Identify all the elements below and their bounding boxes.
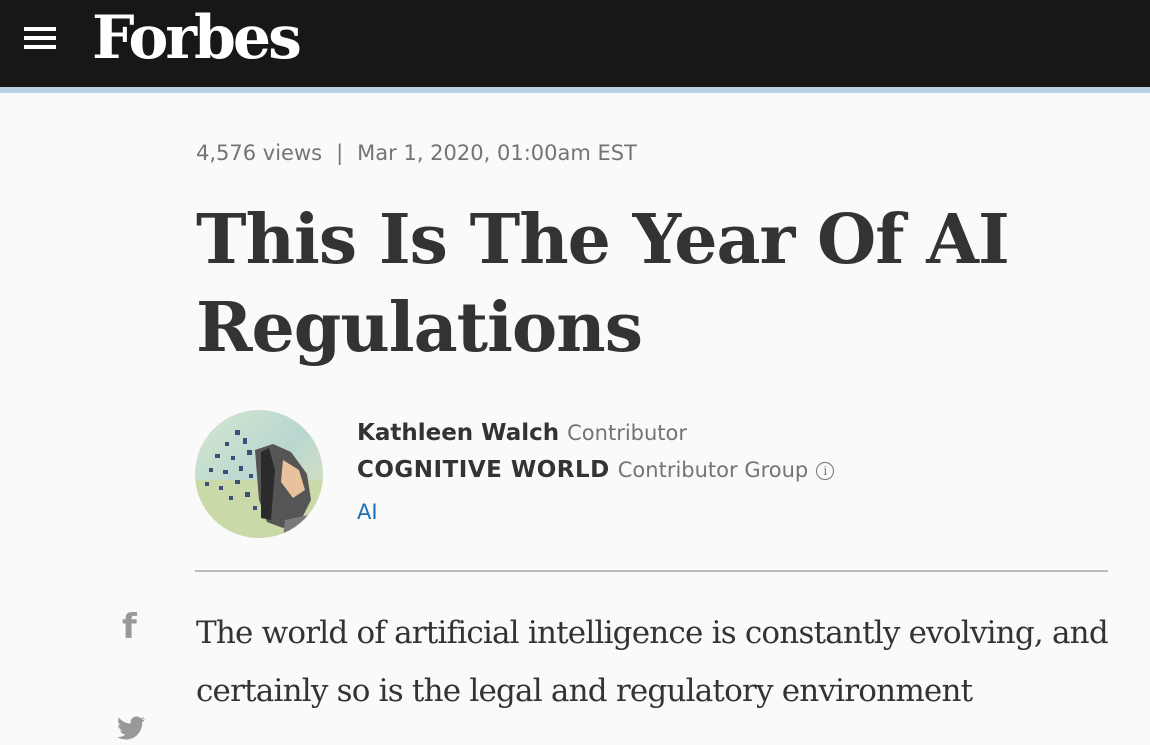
- hamburger-line: [24, 45, 56, 49]
- info-icon[interactable]: i: [816, 462, 835, 480]
- contributor-group-row: COGNITIVE WORLD Contributor Group i: [357, 457, 835, 483]
- forbes-logo[interactable]: Forbes: [92, 0, 302, 78]
- contributor-group-label: Contributor Group: [617, 458, 809, 482]
- article-meta: 4,576 views | Mar 1, 2020, 01:00am EST: [196, 141, 637, 165]
- hamburger-line: [24, 36, 56, 40]
- avatar-image: [195, 410, 323, 538]
- topic-link-ai[interactable]: AI: [357, 500, 378, 524]
- header-accent-stripe: [0, 87, 1150, 93]
- hamburger-line: [24, 27, 56, 31]
- view-count: 4,576 views: [196, 141, 323, 165]
- article-title: This Is The Year Of AI Regulations: [196, 200, 1010, 368]
- author-name[interactable]: Kathleen Walch: [357, 420, 559, 446]
- author-row: Kathleen Walch Contributor: [357, 420, 687, 446]
- author-role: Contributor: [567, 421, 688, 445]
- article-body-paragraph: The world of artificial intelligence is …: [196, 615, 1109, 709]
- contributor-group-name[interactable]: COGNITIVE WORLD: [357, 457, 610, 483]
- twitter-share-icon[interactable]: [116, 716, 146, 745]
- twitter-icon: [116, 716, 145, 740]
- publish-date: Mar 1, 2020, 01:00am EST: [357, 141, 637, 165]
- top-navigation-bar: Forbes: [0, 0, 1150, 87]
- meta-separator: |: [336, 141, 344, 165]
- byline-divider: [195, 570, 1108, 572]
- facebook-share-icon[interactable]: f: [122, 607, 137, 647]
- author-avatar[interactable]: [195, 410, 323, 538]
- topic-row: AI: [357, 500, 378, 524]
- hamburger-menu-icon[interactable]: [24, 27, 56, 49]
